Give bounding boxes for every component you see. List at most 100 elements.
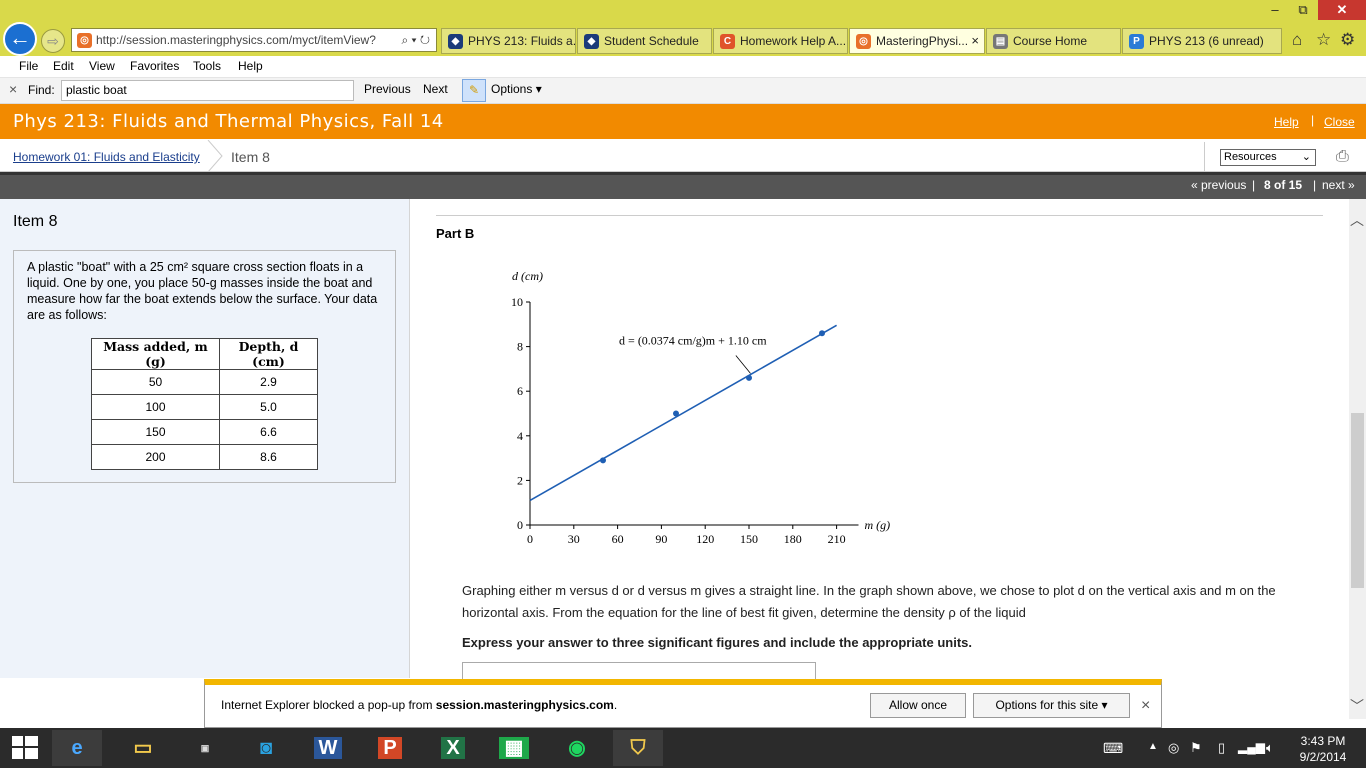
tab-course-home[interactable]: ▤ Course Home xyxy=(986,28,1121,54)
back-button[interactable]: ← xyxy=(3,22,37,56)
help-link[interactable]: Help xyxy=(1274,115,1299,129)
item-position: 8 of 15 xyxy=(1264,178,1303,192)
answer-box[interactable] xyxy=(462,662,816,680)
tab-label: Homework Help A... xyxy=(740,34,847,48)
menu-favorites[interactable]: Favorites xyxy=(130,59,179,73)
y-tick-label: 8 xyxy=(517,340,523,354)
tab-masteringphysics[interactable]: ◎ MasteringPhysi... × xyxy=(849,28,985,54)
data-point xyxy=(673,410,679,417)
find-options-button[interactable]: Options ▾ xyxy=(491,82,542,96)
forward-button[interactable]: ⇨ xyxy=(41,29,65,53)
table-row: 200 8.6 xyxy=(91,444,318,470)
data-point xyxy=(746,374,752,381)
restore-button[interactable]: ⧉ xyxy=(1290,0,1316,20)
close-window-button[interactable]: ✕ xyxy=(1318,0,1366,20)
table-row: 50 2.9 xyxy=(91,369,318,395)
mastering-icon: ◎ xyxy=(77,33,92,48)
p-icon: P xyxy=(1129,34,1144,49)
search-refresh-icon[interactable]: ⌕ ▾ ↻ xyxy=(401,29,430,51)
scrollbar-thumb[interactable] xyxy=(1351,413,1364,588)
word-icon[interactable]: W xyxy=(303,730,353,766)
next-link[interactable]: next » xyxy=(1322,178,1355,192)
flag-icon[interactable]: ⚑ xyxy=(1190,740,1202,756)
file-explorer-icon[interactable]: ▭ xyxy=(118,730,168,766)
find-previous-button[interactable]: Previous xyxy=(364,82,411,96)
spotify-icon[interactable]: ◉ xyxy=(552,730,602,766)
course-title: Phys 213: Fluids and Thermal Physics, Fa… xyxy=(13,111,444,132)
popup-message-end: . xyxy=(613,698,618,712)
menu-tools[interactable]: Tools xyxy=(193,59,221,73)
popup-options-button[interactable]: Options for this site ▾ xyxy=(973,693,1130,718)
table-cell: 100 xyxy=(91,394,220,420)
y-tick-label: 6 xyxy=(517,384,523,398)
menu-edit[interactable]: Edit xyxy=(53,59,74,73)
nav-divider: | xyxy=(1313,178,1317,192)
y-tick-label: 10 xyxy=(511,295,523,309)
battery-icon[interactable]: ▯ xyxy=(1218,740,1225,756)
resources-select[interactable]: Resources ⌄ xyxy=(1220,149,1316,166)
store-green-icon[interactable]: ▦ xyxy=(489,730,539,766)
x-tick-label: 150 xyxy=(740,532,758,546)
powerpoint-icon[interactable]: P xyxy=(365,730,415,766)
divider xyxy=(1204,142,1205,171)
clock[interactable]: 3:43 PM 9/2/2014 xyxy=(1288,733,1358,765)
close-tab-icon[interactable]: × xyxy=(971,29,979,53)
excel-icon[interactable]: X xyxy=(428,730,478,766)
security-icon[interactable]: ⛉ xyxy=(613,730,663,766)
part-instruction: Express your answer to three significant… xyxy=(462,635,972,650)
previous-link[interactable]: « previous xyxy=(1191,178,1246,192)
table-cell: 50 xyxy=(91,369,220,395)
home-icon[interactable]: ⌂ xyxy=(1292,30,1302,50)
scroll-down-icon[interactable]: ﹀ xyxy=(1350,696,1364,716)
chevron-down-icon: ⌄ xyxy=(1301,151,1311,163)
address-bar[interactable]: ◎ http://session.masteringphysics.com/my… xyxy=(71,28,437,52)
tab-label: MasteringPhysi... xyxy=(876,34,969,48)
close-link[interactable]: Close xyxy=(1324,115,1355,129)
best-fit-line xyxy=(529,324,837,502)
tab-student-schedule[interactable]: ◆ Student Schedule xyxy=(577,28,712,54)
gear-icon[interactable]: ⚙ xyxy=(1340,30,1355,50)
menu-help[interactable]: Help xyxy=(238,59,263,73)
resources-label: Resources xyxy=(1224,151,1277,163)
table-row: 150 6.6 xyxy=(91,419,318,445)
tab-phys213-fluids[interactable]: ◆ PHYS 213: Fluids a... xyxy=(441,28,576,54)
close-popup-icon[interactable]: × xyxy=(1141,697,1150,715)
menu-file[interactable]: File xyxy=(19,59,38,73)
windows-start-icon[interactable] xyxy=(12,736,38,760)
table-row: 100 5.0 xyxy=(91,394,318,420)
minimize-button[interactable]: – xyxy=(1262,0,1288,20)
favorites-star-icon[interactable]: ☆ xyxy=(1316,30,1331,50)
find-next-button[interactable]: Next xyxy=(423,82,448,96)
lenovo-icon[interactable]: ▣ xyxy=(180,730,230,766)
breadcrumb-chevron-icon xyxy=(207,140,223,172)
y-tick-label: 0 xyxy=(517,518,523,532)
signal-icon[interactable]: ▂▄▆ xyxy=(1238,740,1265,754)
keyboard-icon[interactable]: ⌨ xyxy=(1103,740,1123,757)
x-tick-label: 210 xyxy=(828,532,846,546)
table-cell: 2.9 xyxy=(219,369,318,395)
store-icon[interactable]: ◙ xyxy=(241,730,291,766)
clock-date: 9/2/2014 xyxy=(1299,750,1347,764)
tray-app-icon[interactable]: ◎ xyxy=(1168,740,1179,756)
volume-icon[interactable]: 🔈︎ xyxy=(1266,740,1274,756)
x-tick-label: 0 xyxy=(527,532,533,546)
scroll-up-icon[interactable]: ︿ xyxy=(1350,210,1364,230)
breadcrumb-assignment-link[interactable]: Homework 01: Fluids and Elasticity xyxy=(13,150,200,164)
highlight-pen-icon[interactable]: ✎ xyxy=(462,79,486,102)
find-input[interactable]: plastic boat xyxy=(61,80,354,101)
data-point xyxy=(819,330,825,337)
tab-phys213-unread[interactable]: P PHYS 213 (6 unread) xyxy=(1122,28,1282,54)
ie-icon[interactable]: e xyxy=(52,730,102,766)
item-nav-bar xyxy=(0,172,1366,199)
part-title: Part B xyxy=(436,226,475,241)
allow-once-button[interactable]: Allow once xyxy=(870,693,966,718)
print-icon[interactable]: ⎙ xyxy=(1336,148,1349,166)
header-divider: | xyxy=(1311,113,1315,127)
tab-homework-help[interactable]: C Homework Help A... xyxy=(713,28,848,54)
tray-expand-icon[interactable]: ▲ xyxy=(1148,741,1158,752)
breadcrumb xyxy=(0,139,1366,172)
close-find-icon[interactable]: × xyxy=(9,81,17,97)
shield-icon: ◆ xyxy=(448,34,463,49)
problem-text: A plastic "boat" with a 25 cm² square cr… xyxy=(27,260,378,322)
menu-view[interactable]: View xyxy=(89,59,115,73)
